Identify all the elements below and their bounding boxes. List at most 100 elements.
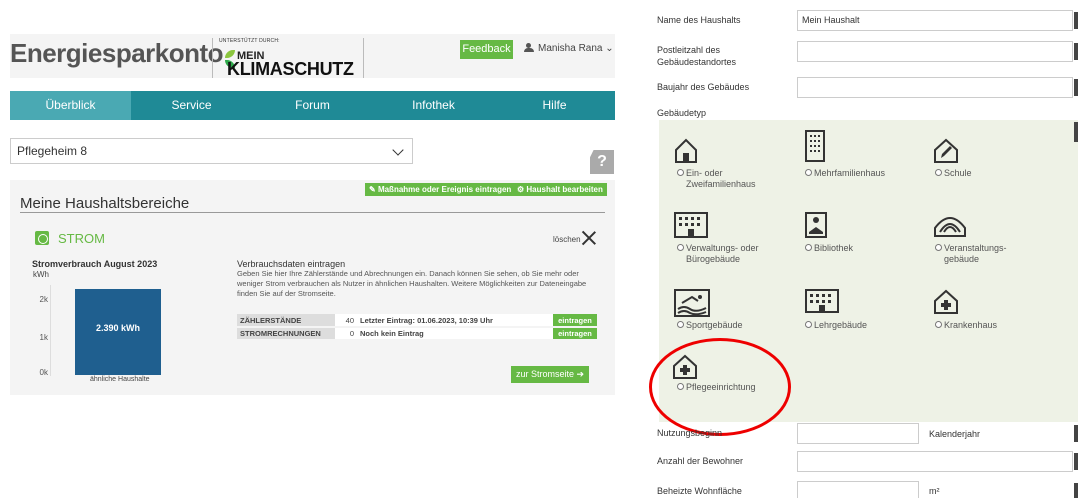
chevron-down-icon (392, 144, 404, 156)
type-option-mfh[interactable]: Mehrfamilienhaus (805, 168, 885, 179)
radio-button[interactable] (805, 321, 812, 328)
nav-hilfe[interactable]: Hilfe (494, 91, 615, 120)
nav-ueberblick[interactable]: Überblick (10, 91, 131, 120)
type-label: Mehrfamilienhaus (814, 168, 886, 178)
scroll-edge (1074, 79, 1078, 96)
type-option-veranstaltung[interactable]: Veranstaltungs- gebäude (935, 243, 1034, 265)
residents-input[interactable] (797, 451, 1073, 472)
nav-infothek[interactable]: Infothek (373, 91, 494, 120)
add-measure-label: Maßnahme oder Ereignis eintragen (377, 185, 512, 194)
field-label: Beheizte Wohnfläche (657, 486, 742, 496)
build-year-input[interactable] (797, 77, 1073, 98)
user-name: Manisha Rana (538, 43, 603, 54)
main-nav: Überblick Service Forum Infothek Hilfe (10, 91, 615, 120)
radio-button[interactable] (677, 321, 684, 328)
house-icon (675, 138, 697, 163)
user-icon (524, 43, 534, 52)
type-label: Ein- oder Zweifamilienhaus (686, 168, 756, 189)
field-label: Baujahr des Gebäudes (657, 82, 750, 92)
radio-button[interactable] (935, 169, 942, 176)
type-option-verwaltung[interactable]: Verwaltungs- oder Bürogebäude (677, 243, 786, 265)
chart-unit: kWh (33, 270, 49, 279)
hospital-icon (934, 289, 958, 314)
scroll-edge (1074, 453, 1078, 470)
feedback-button[interactable]: Feedback (460, 40, 513, 59)
type-option-sport[interactable]: Sportgebäude (677, 320, 743, 331)
table-row: ZÄHLERSTÄNDE 40 Letzter Eintrag: 01.06.2… (237, 314, 597, 328)
highlight-circle (649, 338, 791, 436)
strom-page-label: zur Stromseite (516, 369, 575, 379)
type-label: Sportgebäude (686, 320, 743, 330)
row-label: STROMRECHNUNGEN (237, 327, 335, 341)
living-area-input[interactable] (797, 481, 919, 498)
type-label: Verwaltungs- oder Bürogebäude (686, 243, 759, 264)
nav-forum[interactable]: Forum (252, 91, 373, 120)
event-hall-icon (934, 217, 966, 237)
user-menu[interactable]: Manisha Rana ⌄ (524, 42, 614, 54)
scroll-edge (1074, 483, 1078, 498)
type-option-schule[interactable]: Schule (935, 168, 972, 179)
gear-icon: ⚙ (517, 185, 527, 194)
pencil-icon (934, 138, 958, 163)
field-label: Nutzungsbeginn (657, 428, 723, 438)
type-option-lehr[interactable]: Lehrgebäude (805, 320, 867, 331)
leaf-icon (225, 50, 235, 58)
household-select[interactable]: Pflegeheim 8 (10, 138, 413, 164)
field-label: Name des Haushalts (657, 15, 741, 25)
delete-label[interactable]: löschen (553, 235, 581, 244)
field-label: Anzahl der Bewohner (657, 456, 744, 466)
sports-icon (674, 289, 710, 317)
type-option-bibliothek[interactable]: Bibliothek (805, 243, 853, 254)
close-icon[interactable] (581, 230, 597, 246)
household-select-value: Pflegeheim 8 (17, 144, 88, 158)
type-option-krankenhaus[interactable]: Krankenhaus (935, 320, 997, 331)
add-measure-button[interactable]: ✎ Maßnahme oder Ereignis eintragen (365, 183, 516, 196)
radio-button[interactable] (677, 169, 684, 176)
app-logo[interactable]: Energiesparkonto (10, 38, 224, 69)
scroll-edge (1074, 43, 1078, 60)
type-option-efh[interactable]: Ein- oder Zweifamilienhaus (677, 168, 766, 190)
x-category-label: ähnliche Haushalte (90, 376, 150, 383)
scroll-edge (1074, 122, 1078, 142)
enter-button[interactable]: eintragen (553, 314, 597, 328)
radio-button[interactable] (935, 244, 942, 251)
table-row: STROMRECHNUNGEN 0 Noch kein Eintrag eint… (237, 327, 597, 341)
row-entry: Noch kein Eintrag (357, 327, 553, 341)
radio-button[interactable] (805, 244, 812, 251)
bar-value-label: 2.390 kWh (95, 323, 141, 333)
meter-table: ZÄHLERSTÄNDE 40 Letzter Eintrag: 01.06.2… (237, 314, 597, 341)
radio-button[interactable] (677, 244, 684, 251)
pencil-icon: ✎ (369, 185, 378, 194)
scroll-edge (1074, 12, 1078, 29)
radio-button[interactable] (935, 321, 942, 328)
data-entry-title: Verbrauchsdaten eintragen (237, 259, 346, 269)
section-title: Meine Haushaltsbereiche (20, 195, 190, 212)
scroll-edge (1074, 425, 1078, 442)
apartment-icon (805, 130, 825, 162)
radio-button[interactable] (805, 169, 812, 176)
data-entry-text: Geben Sie hier Ihre Zählerstände und Abr… (237, 269, 587, 298)
divider (20, 212, 605, 213)
chevron-down-icon: ⌄ (605, 43, 614, 54)
arrow-right-icon: ➔ (576, 369, 585, 379)
field-unit: m² (929, 486, 940, 496)
school-building-icon (805, 289, 839, 313)
y-tick-label: 2k (39, 295, 48, 304)
strom-page-button[interactable]: zur Stromseite ➔ (511, 366, 590, 383)
nav-service[interactable]: Service (131, 91, 252, 120)
field-label: Postleitzahl des Gebäudestandortes (657, 45, 737, 67)
household-name-input[interactable]: Mein Haushalt (797, 10, 1073, 31)
type-label: Veranstaltungs- gebäude (944, 243, 1007, 264)
help-button[interactable]: ? (590, 150, 614, 174)
edit-household-button[interactable]: ⚙ Haushalt bearbeiten (513, 183, 607, 196)
y-tick-label: 0k (39, 368, 48, 377)
usage-start-input[interactable] (797, 423, 919, 444)
enter-button[interactable]: eintragen (553, 327, 597, 341)
field-label: Gebäudetyp (657, 108, 707, 118)
postcode-input[interactable] (797, 41, 1073, 62)
strom-title[interactable]: STROM (58, 231, 105, 246)
chart-title: Stromverbrauch August 2023 (32, 259, 158, 269)
edit-household-label: Haushalt bearbeiten (526, 185, 603, 194)
row-count: 0 (335, 327, 357, 341)
row-label: ZÄHLERSTÄNDE (237, 314, 335, 328)
